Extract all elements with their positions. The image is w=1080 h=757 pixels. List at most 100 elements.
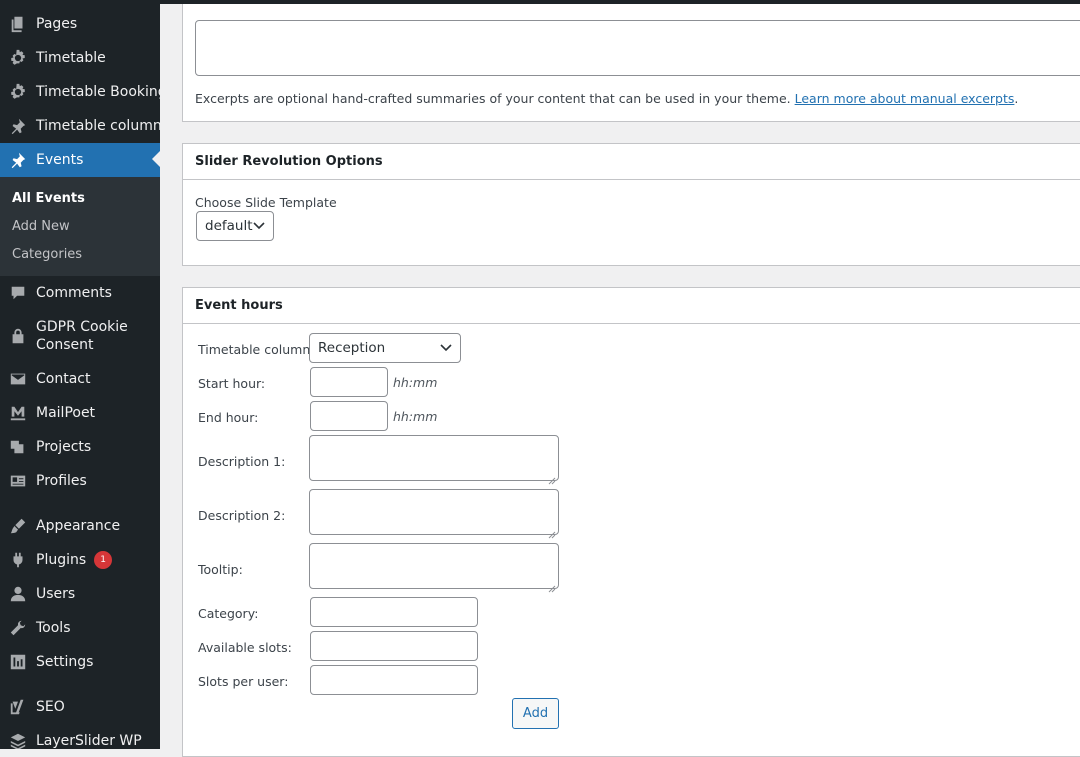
active-menu-caret: [152, 151, 160, 167]
sidebar-item-timetable[interactable]: Timetable: [0, 41, 160, 75]
submenu-add-new[interactable]: Add New: [12, 219, 70, 234]
timetable-column-select[interactable]: Reception: [309, 333, 461, 363]
sidebar-item-label: Profiles: [36, 473, 87, 489]
add-event-hour-button[interactable]: Add: [512, 698, 559, 729]
excerpt-textarea[interactable]: [195, 20, 1080, 76]
end-hour-label: End hour:: [198, 410, 259, 425]
event-hours-postbox: Event hours Timetable column: Reception …: [182, 287, 1080, 757]
mail-icon: [8, 369, 28, 389]
sidebar-item-projects[interactable]: Projects: [0, 430, 160, 464]
sidebar-item-label: Appearance: [36, 518, 121, 534]
description-2-label: Description 2:: [198, 508, 286, 523]
settings-icon: [8, 652, 28, 672]
event-hours-title[interactable]: Event hours: [183, 288, 1080, 324]
sidebar-item-label: Contact: [36, 371, 91, 387]
sidebar-item-gdpr-cookie-consent[interactable]: GDPR Cookie Consent: [0, 314, 160, 358]
sidebar-item-label: Timetable Bookings: [36, 84, 160, 100]
category-input[interactable]: [310, 597, 478, 627]
end-hour-format-hint: hh:mm: [393, 409, 438, 424]
sidebar-item-label: LayerSlider WP: [36, 733, 142, 749]
tooltip-label: Tooltip:: [198, 562, 243, 577]
excerpt-help-period: .: [1014, 91, 1019, 106]
id-card-icon: [8, 471, 28, 491]
user-icon: [8, 584, 28, 604]
sidebar-item-label: Plugins: [36, 552, 87, 568]
pages-icon: [8, 14, 28, 34]
sidebar-item-label: MailPoet: [36, 405, 96, 421]
admin-top-bar: [0, 0, 1080, 4]
sidebar-item-profiles[interactable]: Profiles: [0, 464, 160, 498]
projects-icon: [8, 437, 28, 457]
chevron-down-icon: [253, 222, 265, 230]
sidebar-item-contact[interactable]: Contact: [0, 362, 160, 396]
sidebar-item-plugins[interactable]: Plugins 1: [0, 543, 160, 577]
start-hour-format-hint: hh:mm: [393, 375, 438, 390]
sidebar-item-seo[interactable]: SEO: [0, 690, 160, 724]
sidebar-item-settings[interactable]: Settings: [0, 645, 160, 679]
sidebar-item-appearance[interactable]: Appearance: [0, 509, 160, 543]
sidebar-item-events[interactable]: Events: [0, 143, 160, 177]
plugins-update-badge: 1: [94, 551, 113, 569]
slider-revolution-title[interactable]: Slider Revolution Options: [183, 144, 1080, 180]
tooltip-textarea[interactable]: [309, 543, 559, 593]
comment-icon: [8, 283, 28, 303]
available-slots-input[interactable]: [310, 631, 478, 661]
brush-icon: [8, 516, 28, 536]
excerpt-help-text: Excerpts are optional hand-crafted summa…: [195, 91, 1018, 106]
yoast-icon: [8, 697, 28, 717]
sidebar-item-timetable-bookings[interactable]: Timetable Bookings: [0, 75, 160, 109]
sidebar-item-layerslider-wp[interactable]: LayerSlider WP: [0, 724, 160, 749]
sidebar-item-label: Users: [36, 586, 76, 602]
sidebar-item-pages[interactable]: Pages: [0, 7, 160, 41]
resize-grip-icon[interactable]: [548, 578, 556, 593]
plug-icon: [8, 550, 28, 570]
start-hour-label: Start hour:: [198, 376, 266, 391]
slider-revolution-postbox: Slider Revolution Options Choose Slide T…: [182, 143, 1080, 266]
timetable-column-value: Reception: [318, 340, 386, 356]
submenu-categories[interactable]: Categories: [12, 247, 82, 262]
start-hour-input[interactable]: [310, 367, 388, 397]
sidebar-item-label: Timetable columns: [36, 118, 160, 134]
sidebar-item-label: Projects: [36, 439, 92, 455]
sidebar-item-tools[interactable]: Tools: [0, 611, 160, 645]
sidebar-item-label: Pages: [36, 16, 78, 32]
resize-grip-icon[interactable]: [548, 470, 556, 485]
sidebar-item-label: Settings: [36, 654, 94, 670]
submenu-all-events[interactable]: All Events: [12, 191, 85, 206]
sidebar-item-comments[interactable]: Comments: [0, 276, 160, 310]
layers-icon: [8, 731, 28, 749]
wrench-icon: [8, 618, 28, 638]
sidebar-item-timetable-columns[interactable]: Timetable columns: [0, 109, 160, 143]
pin-icon: [8, 116, 28, 136]
slots-per-user-label: Slots per user:: [198, 674, 289, 689]
description-1-label: Description 1:: [198, 454, 286, 469]
sidebar-item-users[interactable]: Users: [0, 577, 160, 611]
admin-sidebar: Pages Timetable Timetable Bookings Timet…: [0, 0, 160, 749]
slide-template-value: default: [205, 218, 253, 234]
slide-template-select[interactable]: default: [196, 211, 274, 241]
lock-icon: [8, 326, 28, 346]
sidebar-item-label: SEO: [36, 699, 65, 715]
sidebar-item-label: Events: [36, 152, 84, 168]
excerpt-help-sentence: Excerpts are optional hand-crafted summa…: [195, 91, 791, 106]
description-2-textarea[interactable]: [309, 489, 559, 539]
choose-slide-template-label: Choose Slide Template: [195, 195, 337, 210]
excerpt-postbox: Excerpts are optional hand-crafted summa…: [182, 0, 1080, 122]
available-slots-label: Available slots:: [198, 640, 292, 655]
gear-icon: [8, 82, 28, 102]
sidebar-item-label: Timetable: [36, 50, 106, 66]
resize-grip-icon[interactable]: [548, 524, 556, 539]
slots-per-user-input[interactable]: [310, 665, 478, 695]
sidebar-item-label: GDPR Cookie Consent: [36, 319, 128, 353]
chevron-down-icon: [440, 344, 452, 352]
sidebar-item-label: Tools: [36, 620, 71, 636]
timetable-column-label: Timetable column:: [198, 342, 315, 357]
category-label: Category:: [198, 606, 259, 621]
sidebar-item-mailpoet[interactable]: MailPoet: [0, 396, 160, 430]
end-hour-input[interactable]: [310, 401, 388, 431]
description-1-textarea[interactable]: [309, 435, 559, 485]
sidebar-item-label: Comments: [36, 285, 112, 301]
mailpoet-icon: [8, 403, 28, 423]
learn-more-excerpts-link[interactable]: Learn more about manual excerpts: [795, 91, 1015, 106]
events-submenu: All Events Add New Categories: [0, 177, 160, 276]
